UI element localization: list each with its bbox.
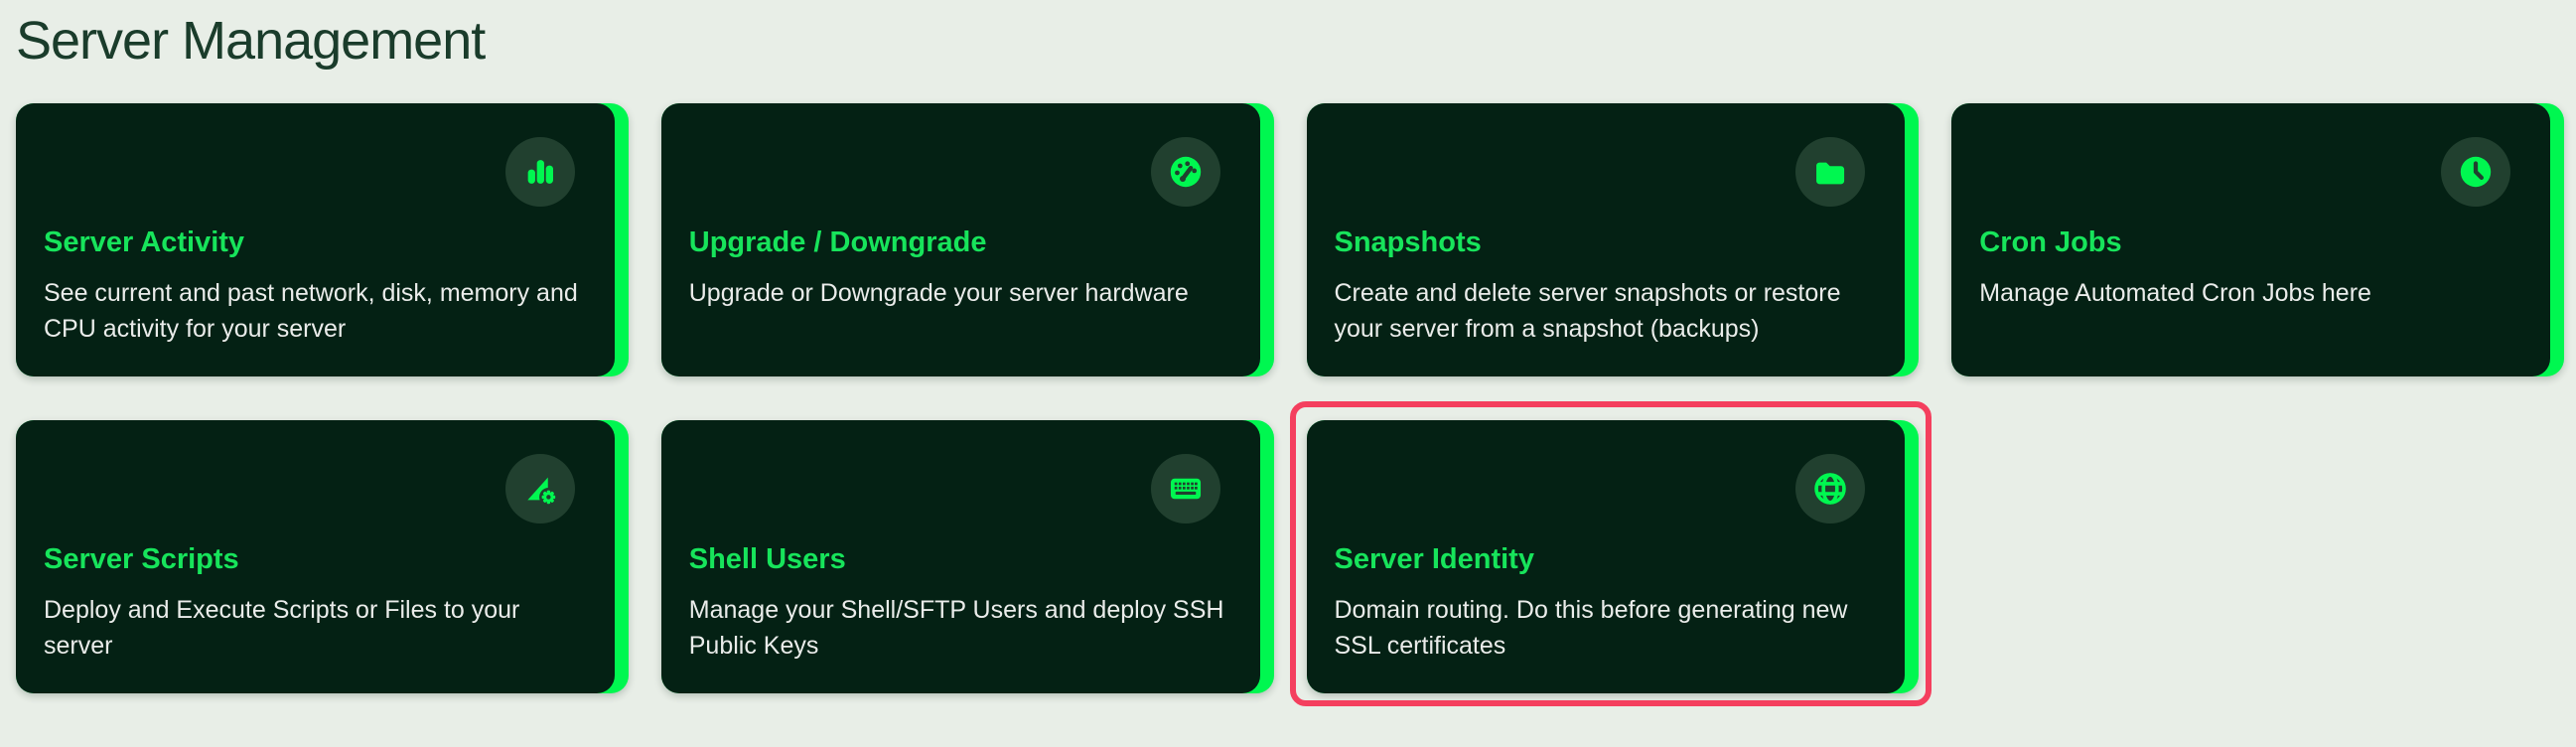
gauge-icon — [1151, 137, 1220, 207]
card-title: Upgrade / Downgrade — [689, 222, 1232, 263]
card-description: Deploy and Execute Scripts or Files to y… — [44, 592, 587, 664]
card-description: See current and past network, disk, memo… — [44, 275, 587, 347]
card-title: Snapshots — [1335, 222, 1878, 263]
card-inner: Shell Users Manage your Shell/SFTP Users… — [661, 420, 1260, 693]
card-inner: Server Scripts Deploy and Execute Script… — [16, 420, 615, 693]
card-inner: Snapshots Create and delete server snaps… — [1307, 103, 1906, 376]
card-upgrade-downgrade[interactable]: Upgrade / Downgrade Upgrade or Downgrade… — [661, 103, 1274, 376]
card-description: Manage your Shell/SFTP Users and deploy … — [689, 592, 1232, 664]
page-title: Server Management — [16, 10, 2564, 72]
card-shell-users[interactable]: Shell Users Manage your Shell/SFTP Users… — [661, 420, 1274, 693]
card-title: Server Activity — [44, 222, 587, 263]
folder-icon — [1795, 137, 1865, 207]
card-inner: Server Identity Domain routing. Do this … — [1307, 420, 1906, 693]
card-title: Cron Jobs — [1979, 222, 2522, 263]
script-gear-icon — [505, 454, 575, 523]
bar-chart-icon — [505, 137, 575, 207]
card-description: Manage Automated Cron Jobs here — [1979, 275, 2522, 311]
card-inner: Cron Jobs Manage Automated Cron Jobs her… — [1951, 103, 2550, 376]
cards-grid: Server Activity See current and past net… — [16, 103, 2564, 693]
card-snapshots[interactable]: Snapshots Create and delete server snaps… — [1307, 103, 1920, 376]
card-description: Upgrade or Downgrade your server hardwar… — [689, 275, 1232, 311]
card-description: Create and delete server snapshots or re… — [1335, 275, 1878, 347]
card-description: Domain routing. Do this before generatin… — [1335, 592, 1878, 664]
card-title: Server Identity — [1335, 538, 1878, 580]
clock-icon — [2441, 137, 2510, 207]
card-inner: Upgrade / Downgrade Upgrade or Downgrade… — [661, 103, 1260, 376]
globe-icon — [1795, 454, 1865, 523]
card-title: Server Scripts — [44, 538, 587, 580]
card-title: Shell Users — [689, 538, 1232, 580]
keyboard-icon — [1151, 454, 1220, 523]
card-inner: Server Activity See current and past net… — [16, 103, 615, 376]
server-management-page: Server Management Server Activity See cu… — [0, 0, 2576, 747]
card-server-identity[interactable]: Server Identity Domain routing. Do this … — [1307, 420, 1920, 693]
card-server-scripts[interactable]: Server Scripts Deploy and Execute Script… — [16, 420, 629, 693]
card-cron-jobs[interactable]: Cron Jobs Manage Automated Cron Jobs her… — [1951, 103, 2564, 376]
card-server-activity[interactable]: Server Activity See current and past net… — [16, 103, 629, 376]
